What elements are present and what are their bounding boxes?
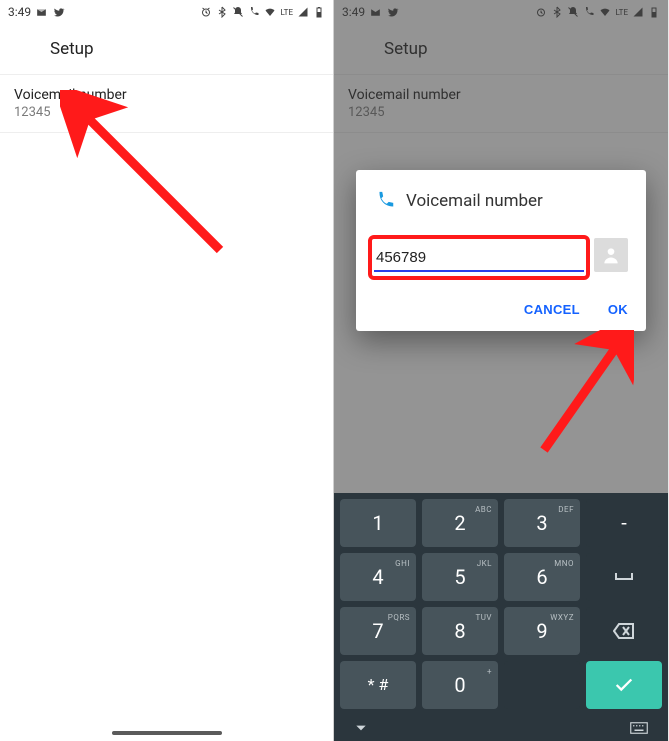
backspace-icon [613, 623, 635, 639]
key-backspace[interactable] [586, 607, 662, 655]
phone-right: 3:49 LTE Setup Voicemail number 12345 Vo… [334, 0, 668, 741]
pick-contact-button[interactable] [594, 238, 628, 272]
signal-icon [297, 6, 309, 18]
gmail-icon [35, 6, 48, 19]
key-9[interactable]: 9WXYZ [504, 607, 580, 655]
lte-label: LTE [280, 8, 293, 17]
dialog-title-text: Voicemail number [406, 191, 543, 211]
ok-button[interactable]: OK [608, 302, 628, 317]
phone-icon [374, 190, 396, 212]
mute-icon [232, 6, 244, 18]
key-4[interactable]: 4GHI [340, 553, 416, 601]
wifi-icon [264, 6, 276, 18]
person-icon [601, 245, 621, 265]
voicemail-label: Voicemail number [14, 87, 319, 103]
voicemail-input[interactable] [374, 245, 584, 272]
key-8[interactable]: 8TUV [422, 607, 498, 655]
wifi-call-icon [248, 6, 260, 18]
key-6[interactable]: 6MNO [504, 553, 580, 601]
key-7[interactable]: 7PQRS [340, 607, 416, 655]
key-3[interactable]: 3DEF [504, 499, 580, 547]
numeric-keypad: 1 2ABC 3DEF - 4GHI 5JKL 6MNO 7PQRS 8TUV … [334, 493, 668, 741]
key-2[interactable]: 2ABC [422, 499, 498, 547]
battery-icon [313, 6, 325, 18]
keyboard-settings-icon[interactable] [630, 722, 648, 734]
space-icon [614, 571, 634, 583]
voicemail-value: 12345 [14, 105, 319, 120]
cancel-button[interactable]: CANCEL [524, 302, 580, 317]
key-dash[interactable]: - [586, 499, 662, 547]
alarm-icon [200, 6, 212, 18]
page-header: Setup [0, 24, 333, 74]
status-bar: 3:49 LTE [0, 0, 333, 24]
key-space[interactable] [586, 553, 662, 601]
twitter-icon [52, 6, 65, 19]
page-title: Setup [50, 39, 94, 59]
key-5[interactable]: 5JKL [422, 553, 498, 601]
phone-left: 3:49 LTE Setup Voicemail number 12345 [0, 0, 334, 741]
voicemail-row[interactable]: Voicemail number 12345 [0, 74, 333, 133]
bluetooth-icon [216, 6, 228, 18]
keyboard-collapse-icon[interactable] [354, 721, 368, 735]
key-1[interactable]: 1 [340, 499, 416, 547]
voicemail-dialog: Voicemail number CANCEL OK [356, 170, 646, 331]
key-0[interactable]: 0+ [422, 661, 498, 709]
status-time: 3:49 [8, 5, 31, 19]
key-star-hash[interactable]: * # [340, 661, 416, 709]
key-enter[interactable] [586, 661, 662, 709]
check-icon [613, 674, 635, 696]
key-empty[interactable] [504, 661, 580, 709]
home-indicator[interactable] [112, 731, 222, 735]
